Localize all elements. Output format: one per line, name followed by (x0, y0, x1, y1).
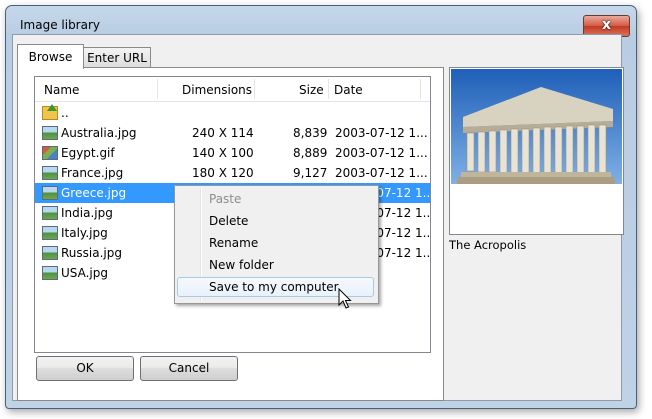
cancel-button[interactable]: Cancel (140, 356, 238, 381)
image-file-icon (42, 186, 58, 200)
close-icon: x (601, 17, 612, 33)
column-header-date[interactable]: Date (334, 83, 363, 97)
column-header-dimensions[interactable]: Dimensions (182, 83, 252, 97)
acropolis-photo (451, 69, 622, 233)
tab-browse[interactable]: Browse (17, 44, 84, 69)
menu-item-delete[interactable]: Delete (177, 211, 374, 231)
tab-enter-url-label: Enter URL (87, 51, 147, 65)
menu-item-new-folder[interactable]: New folder (177, 255, 374, 275)
menu-item-rename[interactable]: Rename (177, 233, 374, 253)
window-title: Image library (20, 18, 101, 32)
tab-browse-label: Browse (28, 50, 73, 64)
menu-item-paste[interactable]: Paste (177, 189, 374, 209)
image-file-icon (42, 246, 58, 260)
image-file-icon (42, 266, 58, 280)
list-item[interactable]: Australia.jpg 240 X 114 8,839 2003-07-12… (35, 123, 430, 143)
list-item[interactable]: Egypt.gif 140 X 100 8,889 2003-07-12 1..… (35, 143, 430, 163)
mouse-cursor-icon (338, 288, 352, 309)
image-file-icon (42, 206, 58, 220)
image-file-icon (42, 166, 58, 180)
context-menu: Paste Delete Rename New folder Save to m… (174, 185, 379, 304)
image-preview (449, 67, 624, 235)
list-item[interactable]: France.jpg 180 X 120 9,127 2003-07-12 1.… (35, 163, 430, 183)
tab-enter-url[interactable]: Enter URL (83, 47, 151, 68)
list-item[interactable]: .. (35, 103, 430, 123)
gif-file-icon (42, 146, 58, 160)
image-file-icon (42, 126, 58, 140)
list-header: Name Dimensions Size Date (35, 77, 430, 102)
folder-up-icon (42, 104, 58, 120)
ok-button[interactable]: OK (36, 356, 134, 381)
preview-caption: The Acropolis (449, 238, 527, 252)
image-file-icon (42, 226, 58, 240)
column-header-size[interactable]: Size (299, 83, 324, 97)
column-header-name[interactable]: Name (44, 83, 79, 97)
